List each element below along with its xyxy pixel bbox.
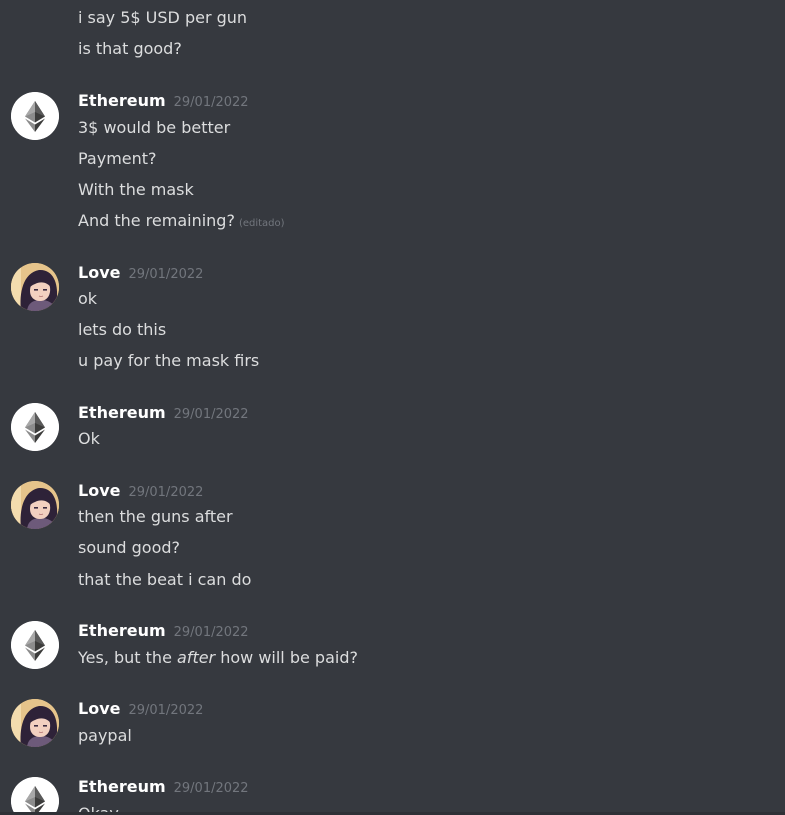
username[interactable]: Ethereum bbox=[78, 621, 166, 640]
ethereum-logo-icon[interactable] bbox=[11, 92, 59, 140]
ethereum-logo-icon[interactable] bbox=[11, 403, 59, 451]
message-header: Love 29/01/2022 bbox=[78, 699, 203, 719]
timestamp: 29/01/2022 bbox=[128, 267, 204, 282]
italic-text: after bbox=[177, 648, 216, 667]
username[interactable]: Love bbox=[78, 699, 120, 718]
message-text: ok bbox=[78, 289, 98, 308]
timestamp: 29/01/2022 bbox=[173, 407, 249, 422]
username[interactable]: Ethereum bbox=[78, 777, 166, 796]
ethereum-logo-icon[interactable] bbox=[11, 777, 59, 815]
message-text: Payment? bbox=[78, 149, 157, 168]
ethereum-logo-icon[interactable] bbox=[11, 621, 59, 669]
message-text: 3$ would be better bbox=[78, 118, 231, 137]
timestamp: 29/01/2022 bbox=[128, 485, 204, 500]
message-header: Love 29/01/2022 bbox=[78, 481, 203, 501]
message-text: how will be paid? bbox=[215, 648, 358, 667]
username[interactable]: Love bbox=[78, 481, 120, 500]
message-text: is that good? bbox=[78, 39, 182, 58]
timestamp: 29/01/2022 bbox=[173, 781, 249, 796]
message-text: And the remaining? bbox=[78, 211, 235, 230]
username[interactable]: Love bbox=[78, 263, 120, 282]
message-text: lets do this bbox=[78, 320, 167, 339]
timestamp: 29/01/2022 bbox=[173, 95, 249, 110]
message-text-edited: And the remaining? (editado) bbox=[78, 210, 285, 235]
message-text-formatted: Yes, but the after how will be paid? bbox=[78, 647, 358, 669]
edited-label: (editado) bbox=[238, 218, 285, 229]
anime-girl-avatar[interactable] bbox=[11, 481, 59, 529]
message-header: Love 29/01/2022 bbox=[78, 263, 203, 283]
anime-girl-avatar[interactable] bbox=[11, 263, 59, 311]
message-text: that the beat i can do bbox=[78, 570, 252, 589]
message-text: With the mask bbox=[78, 180, 194, 199]
message-text: then the guns after bbox=[78, 507, 233, 526]
message-header: Ethereum 29/01/2022 bbox=[78, 777, 249, 797]
message-text: sound good? bbox=[78, 538, 181, 557]
message-text: Yes, but the bbox=[78, 648, 177, 667]
message-text: paypal bbox=[78, 726, 132, 745]
message-header: Ethereum 29/01/2022 bbox=[78, 91, 249, 111]
timestamp: 29/01/2022 bbox=[128, 703, 204, 718]
message-header: Ethereum 29/01/2022 bbox=[78, 621, 249, 641]
message-text: u pay for the mask firs bbox=[78, 351, 260, 370]
anime-girl-avatar[interactable] bbox=[11, 699, 59, 747]
message-header: Ethereum 29/01/2022 bbox=[78, 403, 249, 423]
username[interactable]: Ethereum bbox=[78, 403, 166, 422]
message-text: Ok bbox=[78, 429, 100, 448]
timestamp: 29/01/2022 bbox=[173, 625, 249, 640]
chat-messages: i say 5$ USD per gun is that good? Ether… bbox=[0, 0, 785, 815]
username[interactable]: Ethereum bbox=[78, 91, 166, 110]
message-text: i say 5$ USD per gun bbox=[78, 8, 248, 27]
